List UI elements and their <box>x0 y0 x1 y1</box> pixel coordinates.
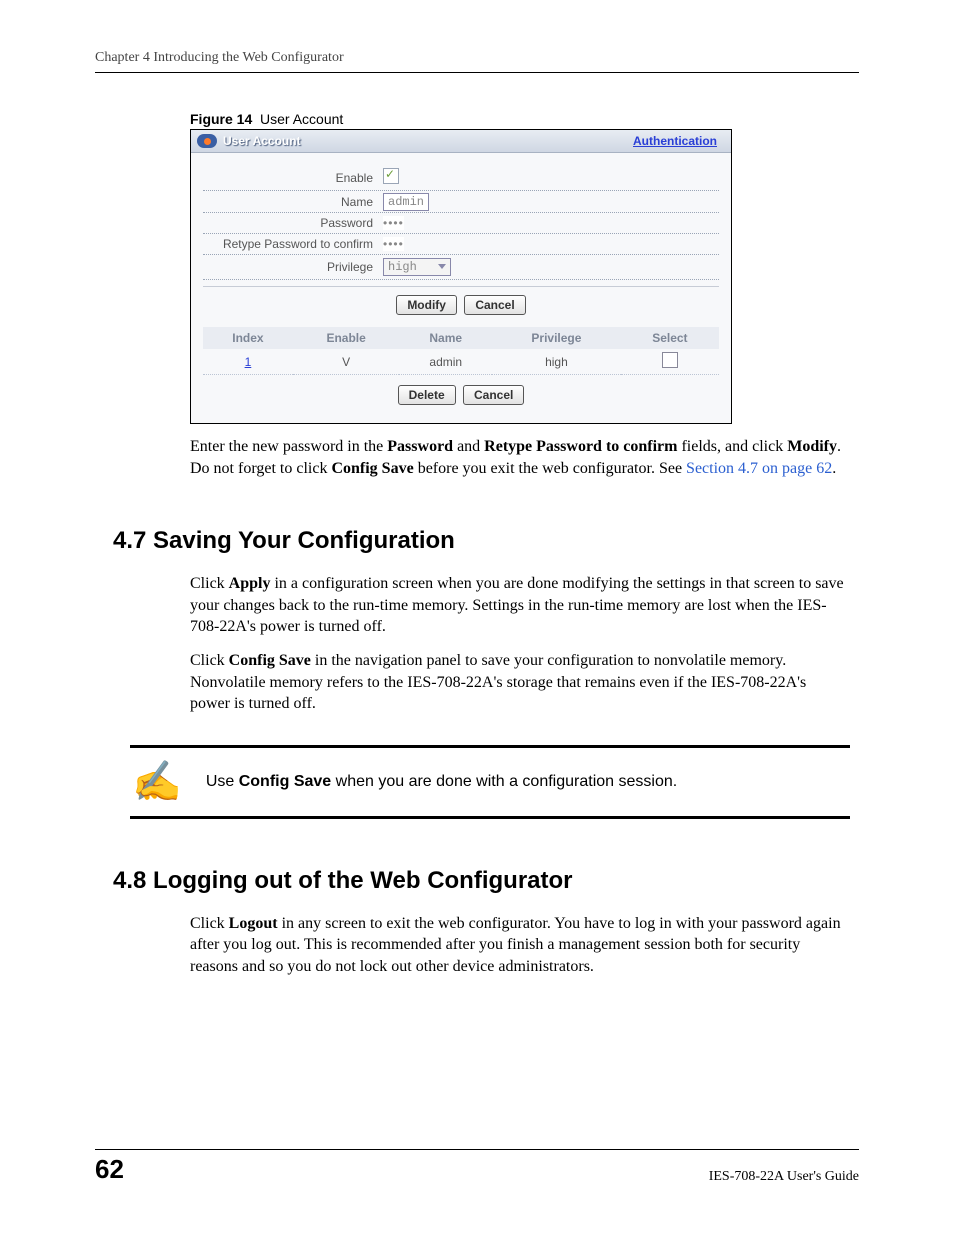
page-footer: 62 IES-708-22A User's Guide <box>95 1149 859 1185</box>
col-enable: Enable <box>293 327 400 349</box>
name-label: Name <box>203 195 383 209</box>
cancel-button-2[interactable]: Cancel <box>463 385 524 405</box>
panel-title: User Account <box>197 134 301 148</box>
row-index[interactable]: 1 <box>203 349 293 375</box>
privilege-select[interactable]: high <box>383 258 451 276</box>
row-enable: V <box>293 349 400 375</box>
figure-caption: Figure 14 User Account <box>190 111 859 127</box>
user-account-table: Index Enable Name Privilege Select 1 V a… <box>203 327 719 375</box>
password-input[interactable]: •••• <box>383 216 404 230</box>
col-select: Select <box>621 327 719 349</box>
cancel-button[interactable]: Cancel <box>464 295 525 315</box>
figure-number: Figure 14 <box>190 111 252 127</box>
panel-bullet-icon <box>197 134 217 148</box>
enable-label: Enable <box>203 171 383 185</box>
heading-4-7: 4.7 Saving Your Configuration <box>113 527 859 555</box>
col-privilege: Privilege <box>492 327 621 349</box>
note-config-save: ✍ Use Config Save when you are done with… <box>130 745 850 819</box>
note-text: Use Config Save when you are done with a… <box>206 773 677 791</box>
heading-4-8: 4.8 Logging out of the Web Configurator <box>113 867 859 895</box>
enable-checkbox[interactable] <box>383 168 399 184</box>
table-row: 1 V admin high <box>203 349 719 375</box>
delete-button[interactable]: Delete <box>398 385 456 405</box>
col-name: Name <box>399 327 492 349</box>
guide-title: IES-708-22A User's Guide <box>709 1169 859 1185</box>
section-4-7-link[interactable]: Section 4.7 on page 62 <box>686 460 832 477</box>
name-input[interactable]: admin <box>383 193 429 211</box>
page-number: 62 <box>95 1154 124 1185</box>
row-select <box>621 349 719 375</box>
note-icon: ✍ <box>130 762 182 802</box>
modify-button[interactable]: Modify <box>396 295 457 315</box>
paragraph-logout: Click Logout in any screen to exit the w… <box>190 913 845 978</box>
paragraph-config-save: Click Config Save in the navigation pane… <box>190 650 845 715</box>
retype-password-label: Retype Password to confirm <box>203 237 383 251</box>
panel-title-text: User Account <box>223 134 301 148</box>
row-select-checkbox[interactable] <box>662 352 678 368</box>
retype-password-input[interactable]: •••• <box>383 237 404 251</box>
privilege-label: Privilege <box>203 260 383 274</box>
col-index: Index <box>203 327 293 349</box>
running-head: Chapter 4 Introducing the Web Configurat… <box>95 50 859 73</box>
row-name: admin <box>399 349 492 375</box>
authentication-link[interactable]: Authentication <box>633 134 717 148</box>
figure-title: User Account <box>260 111 343 127</box>
user-account-screenshot: User Account Authentication Enable Name … <box>190 129 732 424</box>
password-label: Password <box>203 216 383 230</box>
paragraph-apply: Click Apply in a configuration screen wh… <box>190 573 845 638</box>
row-privilege: high <box>492 349 621 375</box>
paragraph-password-instructions: Enter the new password in the Password a… <box>190 436 845 479</box>
